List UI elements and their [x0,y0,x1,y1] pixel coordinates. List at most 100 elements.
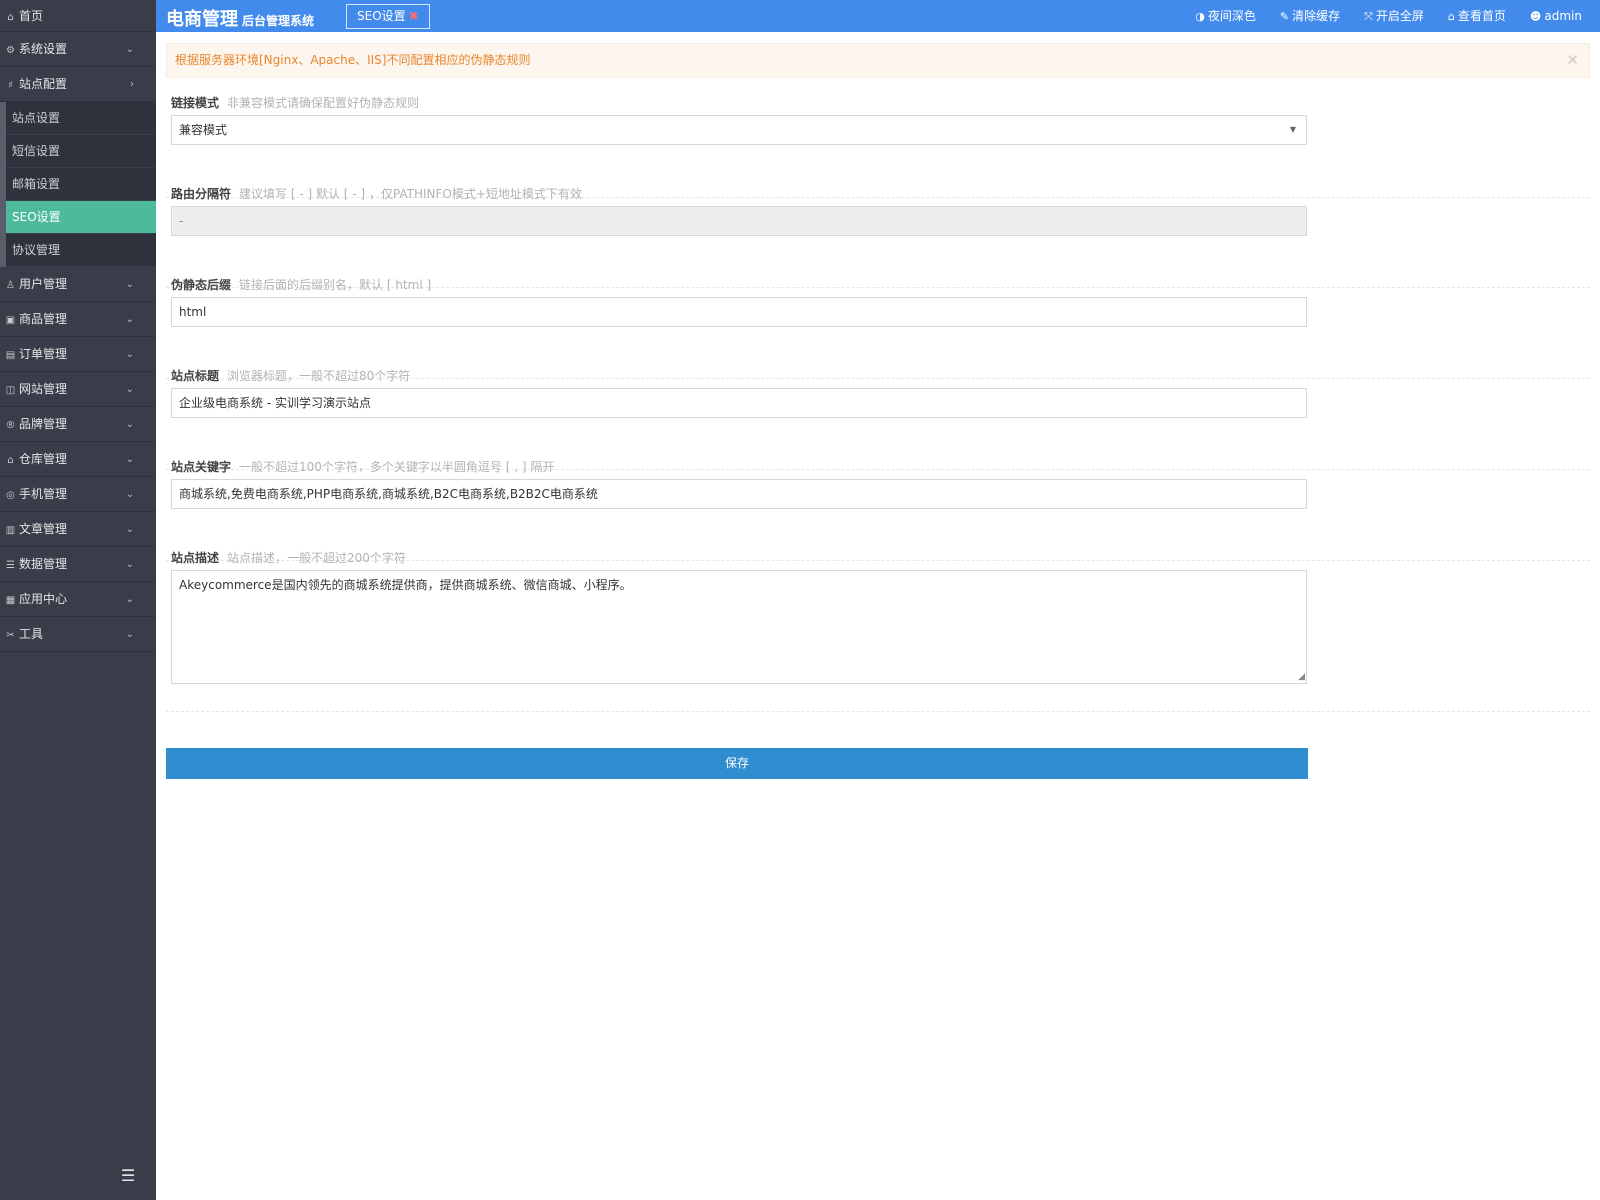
close-icon[interactable]: ✖ [409,9,419,23]
resize-grip-icon[interactable]: ◢ [1298,673,1305,682]
sidebar-item-users[interactable]: ♙ 用户管理 ⌄ [0,267,156,302]
chevron-down-icon: ⌄ [125,629,134,640]
field-label: 站点标题 浏览器标题，一般不超过80个字符 [171,367,410,384]
chevron-down-icon: ⌄ [125,454,134,465]
article-icon: ▥ [5,525,16,536]
save-button[interactable]: 保存 [166,748,1308,779]
sidebar-item-data[interactable]: ☰ 数据管理 ⌄ [0,547,156,582]
field-site-description: 站点描述 站点描述，一般不超过200个字符 Akeycommerce是国内领先的商… [166,549,1590,712]
fullscreen-button[interactable]: ⤧ 开启全屏 [1364,0,1424,32]
field-hint: 非兼容模式请确保配置好伪静态规则 [227,96,420,110]
sidebar-item-label: 商品管理 [19,312,68,326]
field-hint: 一般不超过100个字符，多个关键字以半圆角逗号 [ , ] 隔开 [239,460,555,474]
clear-cache-button[interactable]: ✎ 清除缓存 [1280,0,1340,32]
chevron-down-icon: ⌄ [125,384,134,395]
sidebar-item-label: 网站管理 [19,382,68,396]
sidebar-item-label: 首页 [19,9,44,23]
field-hint: 建议填写 [ - ] 默认 [ - ] ，仅PATHINFO模式+短地址模式下有… [239,187,582,201]
field-hint: 站点描述，一般不超过200个字符 [227,551,406,565]
sidebar-item-website[interactable]: ◫ 网站管理 ⌄ [0,372,156,407]
sidebar-item-label: 品牌管理 [19,417,68,431]
sidebar-item-label: 用户管理 [19,277,68,291]
sidebar-item-warehouse[interactable]: ⌂ 仓库管理 ⌄ [0,442,156,477]
night-mode-label: 夜间深色 [1207,9,1256,23]
night-mode-button[interactable]: ◑ 夜间深色 [1195,0,1256,32]
site-description-textarea[interactable]: Akeycommerce是国内领先的商城系统提供商，提供商城系统、微信商城、小程… [171,570,1307,684]
sidebar-item-apps[interactable]: ▦ 应用中心 ⌄ [0,582,156,617]
chevron-down-icon: ⌄ [125,559,134,570]
chevron-down-icon: ⌄ [125,279,134,290]
brand-title: 电商管理 [166,9,238,30]
caret-down-icon: ▼ [1289,125,1296,134]
tab-seo-settings[interactable]: SEO设置 ✖ [346,4,430,29]
fullscreen-icon: ⤧ [1364,10,1373,23]
view-homepage-button[interactable]: ⌂ 查看首页 [1448,0,1506,32]
contrast-icon: ◑ [1195,10,1205,23]
list-icon: ▤ [5,350,16,361]
sliders-icon: ♯ [8,80,13,91]
sidebar-item-label: 仓库管理 [19,452,68,466]
sidebar-item-site-config[interactable]: ♯ 站点配置 › [0,67,156,102]
chevron-right-icon: › [130,79,134,90]
field-title: 路由分隔符 [171,187,232,201]
chevron-down-icon: ⌄ [125,44,134,55]
gear-icon: ⚙ [6,45,15,56]
close-icon[interactable]: ✕ [1566,44,1579,77]
username: admin [1544,9,1582,23]
sidebar-item-orders[interactable]: ▤ 订单管理 ⌄ [0,337,156,372]
sidebar-subitem-email-settings[interactable]: 邮箱设置 [6,168,156,201]
site-title-input[interactable]: 企业级电商系统 - 实训学习演示站点 [171,388,1307,418]
field-label: 路由分隔符 建议填写 [ - ] 默认 [ - ] ，仅PATHINFO模式+短地… [171,185,582,202]
sidebar-item-label: 数据管理 [19,557,68,571]
user-icon: ☻ [1529,10,1542,23]
field-link-mode: 链接模式 非兼容模式请确保配置好伪静态规则 兼容模式 ▼ [166,94,1590,198]
sidebar-item-tools[interactable]: ✂ 工具 ⌄ [0,617,156,652]
tab-label: SEO设置 [357,9,406,23]
link-mode-select[interactable]: 兼容模式 ▼ [171,115,1307,145]
textarea-value: Akeycommerce是国内领先的商城系统提供商，提供商城系统、微信商城、小程… [179,578,632,592]
website-icon: ◫ [5,385,16,396]
sidebar-item-mobile[interactable]: ◎ 手机管理 ⌄ [0,477,156,512]
chevron-down-icon: ⌄ [125,349,134,360]
tools-icon: ✂ [6,630,15,641]
sidebar-subitem-seo-settings[interactable]: SEO设置 [6,201,156,234]
home-icon: ⌂ [7,12,14,23]
sidebar-item-articles[interactable]: ▥ 文章管理 ⌄ [0,512,156,547]
field-label: 链接模式 非兼容模式请确保配置好伪静态规则 [171,94,419,111]
sidebar-subitem-site-settings[interactable]: 站点设置 [6,102,156,135]
warehouse-icon: ⌂ [7,455,14,466]
home-icon: ⌂ [1447,10,1455,23]
field-route-separator: 路由分隔符 建议填写 [ - ] 默认 [ - ] ，仅PATHINFO模式+短地… [166,185,1590,288]
field-title: 站点标题 [171,369,220,383]
sidebar-item-label: 文章管理 [19,522,68,536]
sidebar-item-label: 站点配置 [19,77,68,91]
chevron-down-icon: ⌄ [125,524,134,535]
sidebar-item-system-settings[interactable]: ⚙ 系统设置 ⌄ [0,32,156,67]
rewrite-suffix-input[interactable]: html [171,297,1307,327]
sidebar-item-label: 手机管理 [19,487,68,501]
sidebar-subitem-agreement[interactable]: 协议管理 [6,234,156,267]
sidebar-item-home[interactable]: ⌂ 首页 [0,0,156,32]
sidebar-item-brands[interactable]: ® 品牌管理 ⌄ [0,407,156,442]
sidebar-subitem-sms-settings[interactable]: 短信设置 [6,135,156,168]
field-title: 链接模式 [171,96,220,110]
route-separator-input[interactable]: - [171,206,1307,236]
field-hint: 浏览器标题，一般不超过80个字符 [227,369,411,383]
field-label: 站点关键字 一般不超过100个字符，多个关键字以半圆角逗号 [ , ] 隔开 [171,458,554,475]
mobile-icon: ◎ [6,490,15,501]
sidebar: ⌂ 首页 ⚙ 系统设置 ⌄ ♯ 站点配置 › 站点设置 短信设置 邮箱设置 SEO设置… [0,0,156,1200]
field-label: 伪静态后缀 链接后面的后缀别名，默认 [ html ] [171,276,431,293]
chevron-down-icon: ⌄ [125,594,134,605]
clear-cache-label: 清除缓存 [1292,9,1341,23]
sidebar-item-products[interactable]: ▣ 商品管理 ⌄ [0,302,156,337]
sidebar-item-label: 系统设置 [19,42,68,56]
brand-subtitle: 后台管理系统 [242,14,315,28]
main-content: 根据服务器环境[Nginx、Apache、IIS]不同配置相应的伪静态规则 ✕ … [156,32,1600,1200]
database-icon: ☰ [6,560,15,571]
collapse-menu-icon[interactable]: ☰ [118,1168,138,1184]
field-site-title: 站点标题 浏览器标题，一般不超过80个字符 企业级电商系统 - 实训学习演示站点 [166,367,1590,470]
field-title: 站点描述 [171,551,220,565]
site-keywords-input[interactable]: 商城系统,免费电商系统,PHP电商系统,商城系统,B2C电商系统,B2B2C电商… [171,479,1307,509]
user-menu-button[interactable]: ☻ admin [1530,0,1582,32]
field-label: 站点描述 站点描述，一般不超过200个字符 [171,549,406,566]
